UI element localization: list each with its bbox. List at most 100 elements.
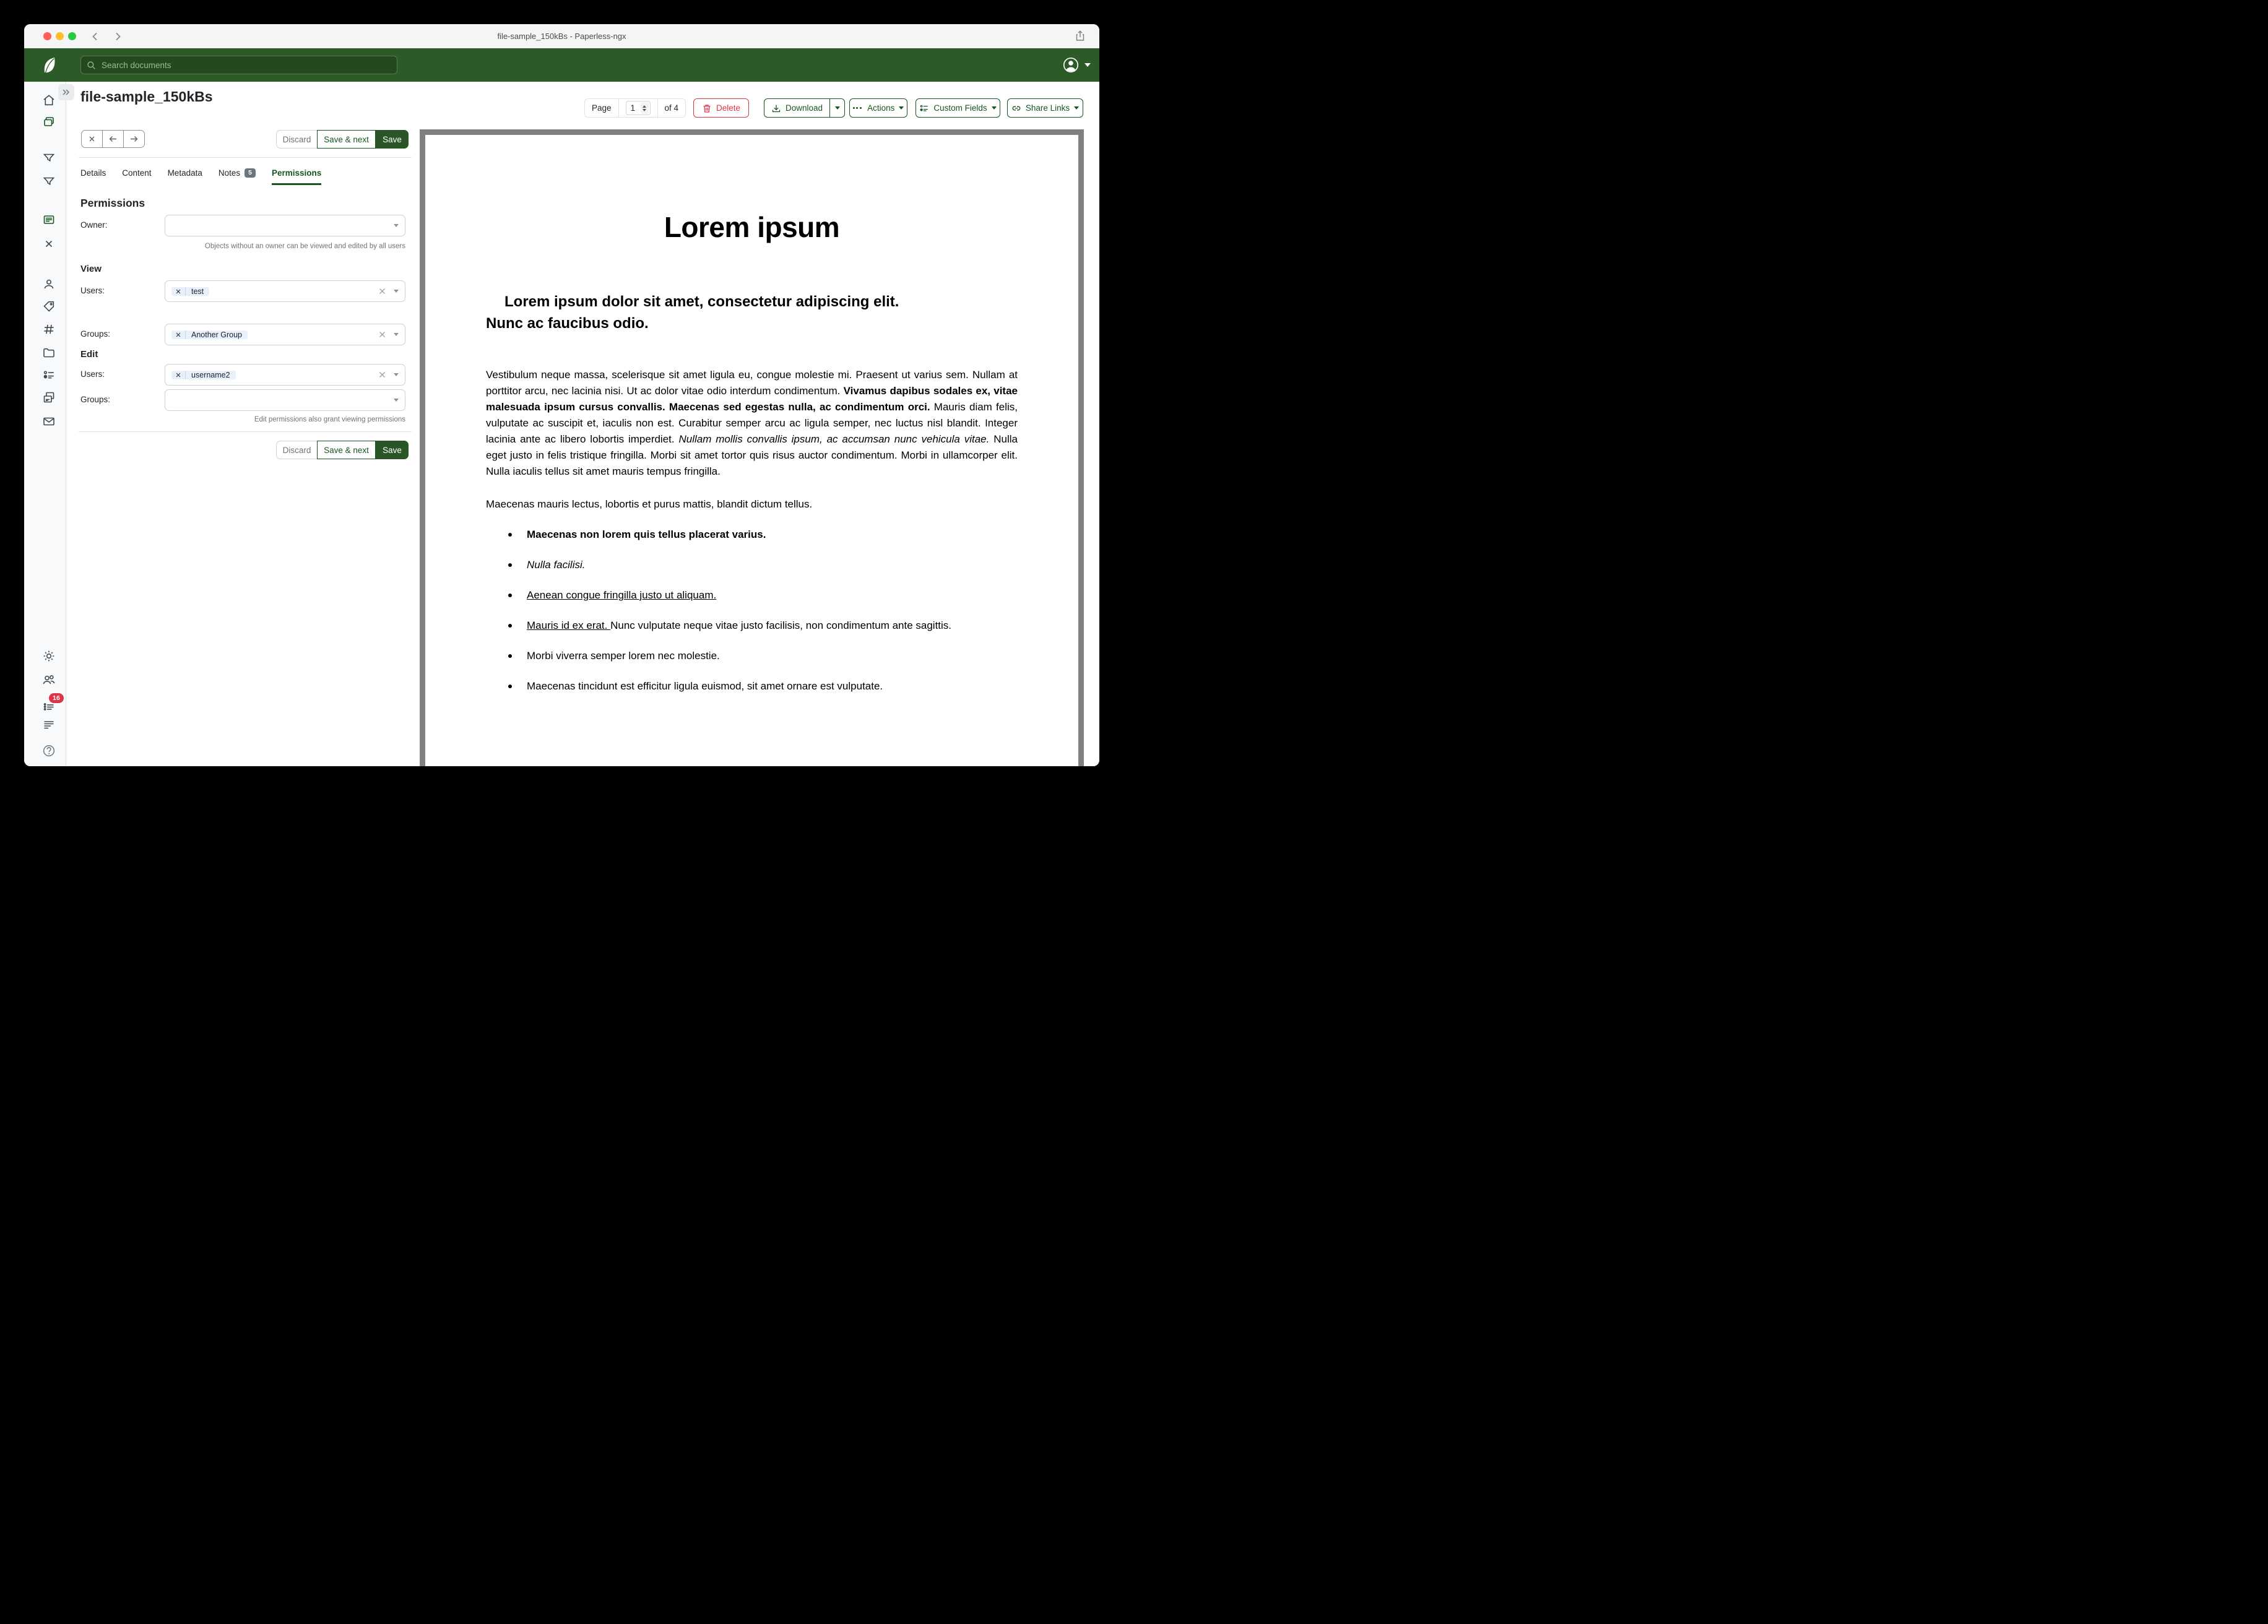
chevron-down-icon <box>394 224 399 227</box>
remove-chip-button[interactable] <box>171 287 186 296</box>
sidebar-item-custom-fields[interactable] <box>41 368 56 382</box>
previous-document-button[interactable] <box>102 131 123 147</box>
sidebar-item-documents[interactable] <box>41 114 56 129</box>
chevron-down-icon <box>899 106 904 110</box>
sidebar-item-correspondents[interactable] <box>41 277 56 292</box>
selected-group-chip: Another Group <box>171 330 248 339</box>
clear-selection-icon[interactable] <box>378 287 386 295</box>
save-button[interactable]: Save <box>376 441 409 459</box>
save-button[interactable]: Save <box>376 130 409 149</box>
permissions-heading: Permissions <box>80 197 145 210</box>
edit-groups-select[interactable] <box>165 389 405 411</box>
share-links-button[interactable]: Share Links <box>1007 98 1083 118</box>
view-groups-select[interactable]: Another Group <box>165 324 405 345</box>
edit-help-text: Edit permissions also grant viewing perm… <box>165 416 405 423</box>
next-document-button[interactable] <box>123 131 144 147</box>
sidebar-item-note[interactable] <box>41 212 56 227</box>
app-header <box>24 48 1099 82</box>
pdf-doc-title: Lorem ipsum <box>486 135 1018 244</box>
tab-metadata[interactable]: Metadata <box>168 168 202 183</box>
remove-chip-button[interactable] <box>171 330 186 339</box>
owner-select[interactable] <box>165 215 405 236</box>
titlebar: file-sample_150kBs - Paperless-ngx <box>24 24 1099 49</box>
sidebar-item-asn[interactable] <box>41 322 56 337</box>
sidebar-item-dashboard[interactable] <box>41 93 56 108</box>
custom-fields-button[interactable]: Custom Fields <box>915 98 1000 118</box>
pdf-page: Lorem ipsum Lorem ipsum dolor sit amet, … <box>425 135 1078 766</box>
download-label: Download <box>786 103 823 113</box>
chevron-down-icon <box>394 333 399 336</box>
download-options-button[interactable] <box>830 98 845 118</box>
main-area: 16 <box>24 82 1099 766</box>
sidebar-item-mail[interactable] <box>41 414 56 429</box>
sidebar-item-logs[interactable] <box>41 717 56 732</box>
pdf-text-run-italic: Nullam mollis convallis ipsum, ac accums… <box>678 433 993 445</box>
tab-content[interactable]: Content <box>122 168 151 183</box>
tab-permissions[interactable]: Permissions <box>272 168 321 185</box>
pdf-bullet-item: Maecenas non lorem quis tellus placerat … <box>486 527 1018 543</box>
chevron-down-icon <box>992 106 997 110</box>
tab-notes[interactable]: Notes 5 <box>219 168 256 183</box>
page-count-label: of 4 <box>658 99 686 117</box>
trash-icon <box>702 103 712 113</box>
edit-heading: Edit <box>80 349 98 360</box>
view-users-select[interactable]: test <box>165 280 405 302</box>
close-document-button[interactable] <box>82 131 102 147</box>
remove-chip-button[interactable] <box>171 371 186 379</box>
edit-users-select[interactable]: username2 <box>165 364 405 386</box>
page-label: Page <box>585 99 618 117</box>
owner-label: Owner: <box>80 220 108 230</box>
page-stepper[interactable] <box>641 102 649 114</box>
sidebar-item-help[interactable] <box>41 743 56 758</box>
search-input[interactable] <box>100 60 391 71</box>
actions-button[interactable]: Actions <box>849 98 907 118</box>
discard-button[interactable]: Discard <box>276 441 317 459</box>
download-button[interactable]: Download <box>764 98 830 118</box>
selected-user-chip: username2 <box>171 371 236 379</box>
tab-bar: Details Content Metadata Notes 5 Permiss… <box>80 168 337 185</box>
pdf-preview-pane[interactable]: Lorem ipsum Lorem ipsum dolor sit amet, … <box>420 129 1084 766</box>
share-icon[interactable] <box>1075 30 1086 41</box>
page-number-input[interactable]: 1 <box>626 101 651 115</box>
sidebar-item-users-groups[interactable] <box>41 672 56 687</box>
sidebar-item-tags[interactable] <box>41 299 56 314</box>
owner-help-text: Objects without an owner can be viewed a… <box>165 243 405 250</box>
paperless-logo-icon[interactable] <box>41 56 58 75</box>
discard-button[interactable]: Discard <box>276 130 317 149</box>
pdf-bullet-item: Mauris id ex erat. Nunc vulputate neque … <box>486 618 1018 634</box>
sidebar-item-saved-view-1[interactable] <box>41 150 56 165</box>
view-users-label: Users: <box>80 286 105 295</box>
sidebar-item-storage-paths[interactable] <box>41 345 56 360</box>
pdf-bullet-item: Morbi viverra semper lorem nec molestie. <box>486 648 1018 664</box>
user-menu[interactable] <box>1063 57 1091 73</box>
selected-user-chip: test <box>171 287 209 296</box>
pdf-text-run-italic: Nulla facilisi. <box>527 559 585 571</box>
view-groups-label: Groups: <box>80 329 110 339</box>
chevron-down-icon <box>835 106 840 110</box>
chip-label: username2 <box>186 371 236 379</box>
download-split-button: Download <box>764 98 845 118</box>
save-button-group-bottom: Discard Save & next Save <box>276 441 409 459</box>
clear-selection-icon[interactable] <box>378 330 386 339</box>
chevron-down-icon <box>394 399 399 402</box>
search-bar[interactable] <box>80 56 397 74</box>
clear-selection-icon[interactable] <box>378 371 386 379</box>
sidebar-item-saved-view-2[interactable] <box>41 174 56 189</box>
window-title: file-sample_150kBs - Paperless-ngx <box>24 24 1099 48</box>
sidebar-item-workflows[interactable] <box>41 390 56 405</box>
pdf-text-run: Nunc vulputate neque vitae justo facilis… <box>610 620 951 631</box>
page-navigator: Page 1 of 4 <box>584 98 686 118</box>
sidebar-item-settings[interactable] <box>41 649 56 663</box>
chevron-down-icon <box>1074 106 1079 110</box>
ellipsis-icon <box>853 107 863 109</box>
sidebar-expand-button[interactable] <box>58 84 74 100</box>
tab-details[interactable]: Details <box>80 168 106 183</box>
save-and-next-button[interactable]: Save & next <box>317 130 376 149</box>
pdf-text-run-bold: Maecenas non lorem quis tellus placerat … <box>527 529 766 540</box>
delete-button[interactable]: Delete <box>693 98 749 118</box>
save-and-next-button[interactable]: Save & next <box>317 441 376 459</box>
tab-notes-label: Notes <box>219 168 240 178</box>
sidebar-item-close-view[interactable] <box>41 236 56 251</box>
custom-fields-icon <box>919 103 929 113</box>
divider <box>79 157 412 158</box>
